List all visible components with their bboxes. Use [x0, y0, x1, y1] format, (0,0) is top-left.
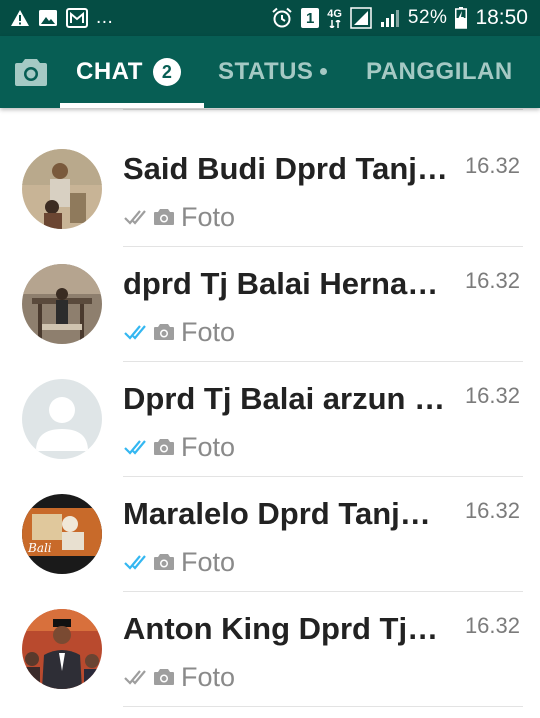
tab-calls-label: PANGGILAN	[366, 58, 513, 85]
tab-status-label: STATUS	[218, 58, 314, 85]
sim-icon: 1	[301, 8, 320, 28]
photo-icon	[154, 669, 174, 685]
chat-preview: Foto	[123, 546, 235, 578]
double-tick-read-icon	[124, 440, 146, 455]
tab-chat[interactable]: CHAT 2	[76, 36, 181, 108]
preview-text: Foto	[181, 661, 236, 692]
chat-preview: Foto	[123, 201, 235, 233]
tab-calls[interactable]: PANGGILAN	[366, 36, 513, 108]
chat-row[interactable]: dprd Tj Balai Herna… 16.32 Foto	[0, 247, 540, 362]
clock: 18:50	[475, 6, 528, 29]
preview-text: Foto	[181, 546, 236, 577]
alarm-icon	[271, 7, 293, 29]
network-4g-icon: 4G	[327, 7, 342, 28]
tab-chat-label: CHAT	[76, 58, 143, 85]
chat-preview: Foto	[123, 431, 235, 463]
double-tick-icon	[124, 210, 146, 225]
double-tick-icon	[124, 670, 146, 685]
battery-percent: 52%	[407, 7, 448, 28]
chat-time: 16.32	[464, 498, 520, 523]
status-update-dot	[320, 67, 328, 75]
chat-name: Said Budi Dprd Tanj…	[123, 151, 448, 186]
chat-name: Dprd Tj Balai arzun l…	[123, 381, 448, 416]
chat-preview: Foto	[123, 661, 235, 693]
sim-number: 1	[306, 9, 315, 27]
divider	[123, 109, 523, 110]
divider	[123, 706, 523, 707]
chat-row[interactable]: Anton King Dprd Tjb… 16.32 Foto	[0, 592, 540, 707]
photo-icon	[154, 324, 174, 340]
avatar[interactable]	[22, 609, 102, 689]
chat-row[interactable]: Bali Maralelo Dprd Tanju… 16.32 Foto	[0, 477, 540, 592]
tab-bar: CHAT 2 STATUS PANGGILAN	[0, 36, 540, 108]
camera-icon[interactable]	[14, 57, 48, 87]
photo-icon	[154, 439, 174, 455]
chat-time: 16.32	[464, 383, 520, 408]
chat-list[interactable]: Said Budi Dprd Tanj… 16.32 Foto dprd Tj …	[0, 108, 540, 718]
photo-icon	[154, 554, 174, 570]
avatar[interactable]	[22, 149, 102, 229]
tab-status[interactable]: STATUS	[218, 36, 328, 108]
chat-row[interactable]: Said Budi Dprd Tanj… 16.32 Foto	[0, 132, 540, 247]
preview-text: Foto	[181, 201, 236, 232]
double-tick-read-icon	[124, 555, 146, 570]
active-tab-indicator	[60, 103, 204, 108]
avatar-default[interactable]	[22, 379, 102, 459]
network-type: 4G	[327, 7, 342, 20]
status-bar-left: ...	[10, 7, 113, 29]
signal-sim2-icon	[380, 8, 400, 28]
chat-time: 16.32	[464, 268, 520, 293]
status-bar-right: 1 4G 52% 18:50	[271, 6, 528, 30]
avatar[interactable]	[22, 264, 102, 344]
gallery-notification-icon	[66, 8, 88, 28]
preview-text: Foto	[181, 316, 236, 347]
battery-charging-icon	[455, 7, 468, 29]
preview-text: Foto	[181, 431, 236, 462]
chat-name: dprd Tj Balai Herna…	[123, 266, 439, 301]
warning-icon	[10, 9, 30, 27]
default-person-icon	[22, 379, 102, 459]
svg-text:Bali: Bali	[27, 541, 52, 555]
image-notification-icon	[38, 9, 58, 27]
chat-time: 16.32	[464, 613, 520, 638]
photo-icon	[154, 209, 174, 225]
chat-name: Maralelo Dprd Tanju…	[123, 496, 448, 531]
signal-sim1-icon	[350, 7, 372, 29]
avatar[interactable]: Bali	[22, 494, 102, 574]
chat-time: 16.32	[464, 153, 520, 178]
chat-row-partial[interactable]	[0, 108, 540, 132]
more-notifications: ...	[96, 7, 114, 28]
double-tick-read-icon	[124, 325, 146, 340]
unread-count-badge: 2	[152, 58, 181, 86]
status-bar: ... 1 4G 52% 18:50	[0, 0, 540, 36]
chat-preview: Foto	[123, 316, 235, 348]
chat-name: Anton King Dprd Tjb…	[123, 611, 448, 646]
chat-row[interactable]: Dprd Tj Balai arzun l… 16.32 Foto	[0, 362, 540, 477]
